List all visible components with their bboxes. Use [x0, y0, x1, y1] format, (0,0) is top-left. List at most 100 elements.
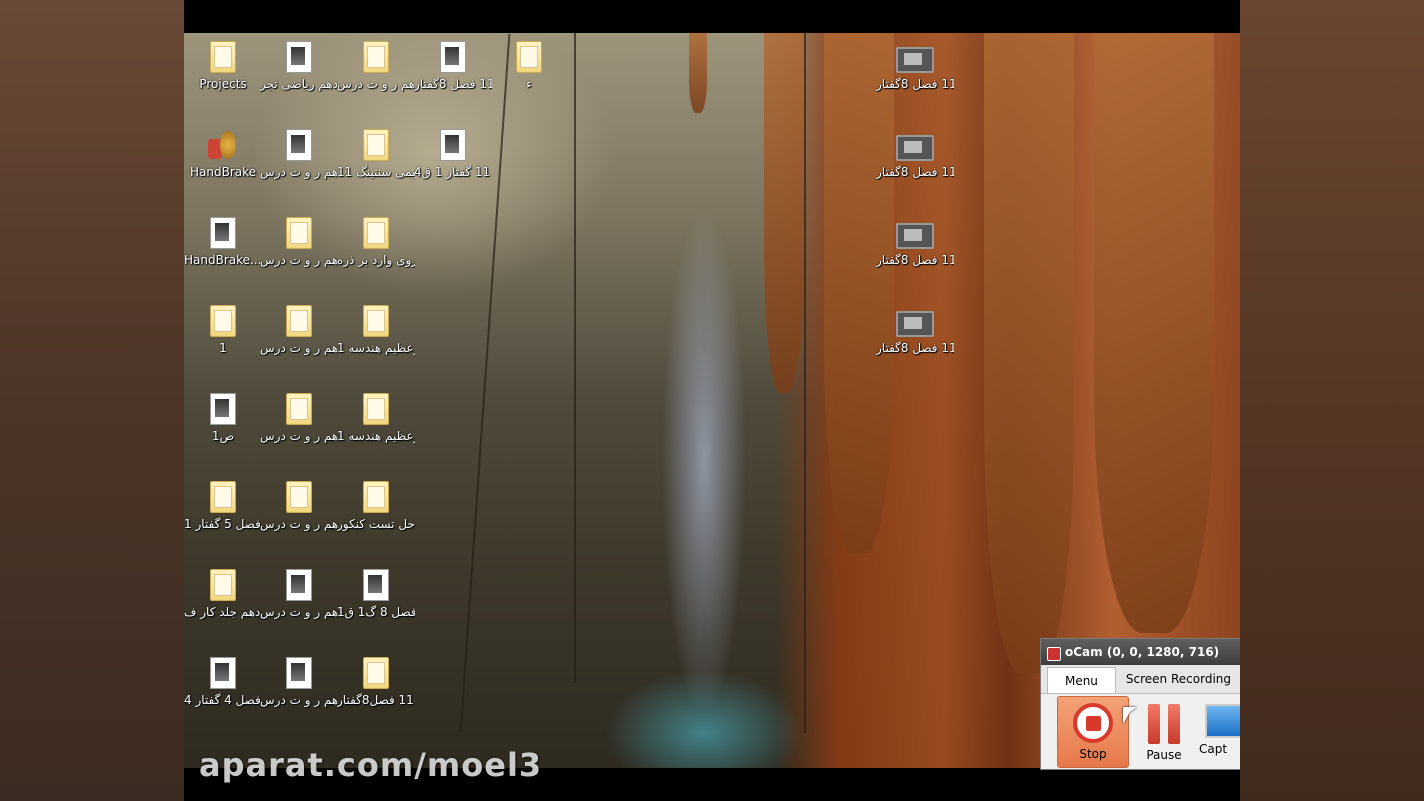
document-icon — [440, 129, 466, 161]
ocam-logo-icon — [1047, 647, 1061, 661]
video-file-icon — [896, 47, 934, 73]
video-file-icon — [896, 311, 934, 337]
recorded-screen: Projectsفارسی یازدهم ریاضی تجر...فارسی ی… — [184, 0, 1240, 801]
capture-label: Capt — [1199, 742, 1228, 756]
desktop-icon[interactable]: HandBrake — [184, 129, 262, 180]
desktop-video-icon[interactable]: زیست 11 فصل 8گفتار... — [876, 47, 954, 92]
desktop-icon[interactable]: فارسی یازدهم ر و ت درس ... — [260, 129, 338, 180]
folder-icon — [210, 41, 236, 73]
desktop-icon[interactable]: میرعظیم هندسه 1... — [337, 305, 415, 356]
ocam-tab-bar: Menu Screen Recording — [1041, 665, 1240, 694]
desktop-icon-label: Projects — [199, 77, 247, 91]
desktop-icon-label: زیست 2 فصل 8 گ1 ق1 — [337, 605, 415, 619]
desktop-icon[interactable]: زیست 11 فصل8گفتار... — [337, 657, 415, 708]
document-icon — [286, 129, 312, 161]
left-border — [0, 0, 184, 801]
desktop-icon[interactable]: فارسی یازدهم ر و ت درس ... — [260, 569, 338, 620]
desktop-icon-label: فارسی یازدهم ر و ت درس ... — [260, 341, 338, 355]
desktop-icon[interactable]: فارسی یازدهم ر و ت درس ... — [260, 657, 338, 708]
stop-button[interactable]: Stop — [1057, 696, 1137, 768]
desktop-icon[interactable]: زیست 11 فصل 8گفتار... — [414, 41, 492, 92]
desktop-icon[interactable]: فارسی یازدهم ر و ت درس ... — [260, 305, 338, 356]
desktop-video-icon[interactable]: زیست 11 فصل 8گفتار... — [876, 223, 954, 268]
document-icon — [440, 41, 466, 73]
desktop-icon[interactable]: فیزیک 2 نیروی وارد بر ذره — [337, 217, 415, 268]
document-icon — [210, 393, 236, 425]
desktop-icon-label: زیست 11 گفتار 1 ق4 — [414, 165, 492, 179]
desktop-icon[interactable]: ء — [490, 41, 568, 92]
desktop-icon-label: فارسی یازدهم ر و ت درس ... — [260, 165, 338, 179]
stop-label: Stop — [1079, 747, 1107, 761]
desktop-video-icon[interactable]: زیست 11 فصل 8گفتار... — [876, 311, 954, 356]
desktop-icon[interactable]: فارسی یازدهم ر و ت درس ... — [260, 217, 338, 268]
ocam-toolbar: Stop Pause Capt — [1041, 694, 1240, 768]
handbrake-icon — [208, 129, 238, 161]
watermark-text: aparat.com/moel3 — [199, 746, 543, 784]
stalactite — [1094, 33, 1214, 633]
folder-icon — [363, 41, 389, 73]
desktop-video-icon[interactable]: زیست 11 فصل 8گفتار... — [876, 135, 954, 180]
desktop-icon[interactable]: فارسی یازدهم ر و ت درس ... — [337, 41, 415, 92]
document-icon — [210, 217, 236, 249]
desktop-icon-label: هندسه 11 حل تست کنکور ... — [337, 517, 415, 531]
desktop-icon-label: زیست دهم فصل 5 گفتار 1 — [184, 517, 262, 531]
desktop-icon-label: زیست 11 فصل 8گفتار... — [876, 253, 954, 267]
folder-icon — [286, 305, 312, 337]
desktop-icon-label: زیست 11 فصل 8گفتار... — [876, 165, 954, 179]
desktop-icon-label: ص1 — [211, 429, 235, 443]
desktop-icon[interactable]: زیست دهم فصل 4 گفتار 4 — [184, 657, 262, 708]
capture-button[interactable]: Capt — [1197, 696, 1240, 766]
stop-icon — [1073, 703, 1113, 743]
folder-icon — [363, 217, 389, 249]
folder-icon — [363, 129, 389, 161]
pause-button[interactable]: Pause — [1129, 696, 1199, 766]
desktop-icon-label: فارسی یازدهم ریاضی تجر... — [260, 77, 338, 91]
folder-icon — [363, 393, 389, 425]
ocam-window[interactable]: oCam (0, 0, 1280, 716) Menu Screen Recor… — [1040, 638, 1240, 770]
tab-screen-recording[interactable]: Screen Recording — [1116, 665, 1240, 693]
folder-icon — [286, 217, 312, 249]
desktop-icon[interactable]: فارسی یازدهم ر و ت درس ... — [260, 393, 338, 444]
document-icon — [286, 41, 312, 73]
stalactite — [689, 33, 707, 113]
desktop-icon[interactable]: زیست 11 گفتار 1 ق4 — [414, 129, 492, 180]
tab-menu[interactable]: Menu — [1047, 667, 1116, 693]
folder-icon — [286, 481, 312, 513]
desktop-icon[interactable]: فارسی یازدهم ر و ت درس ... — [260, 481, 338, 532]
desktop-icon-label: ء — [526, 77, 532, 91]
video-file-icon — [896, 135, 934, 161]
desktop-icon[interactable]: میراثی شیمی سنتینگ 11 — [337, 129, 415, 180]
document-icon — [286, 569, 312, 601]
desktop-icon-label: زیست 11 فصل 8گفتار... — [414, 77, 492, 91]
desktop-icon[interactable]: هندسه 11 حل تست کنکور ... — [337, 481, 415, 532]
document-icon — [363, 569, 389, 601]
video-file-icon — [896, 223, 934, 249]
desktop-icon[interactable]: زیست دهم جلد کار ف... — [184, 569, 262, 620]
desktop-icon-label: میرعظیم هندسه 1... — [337, 429, 415, 443]
desktop-icon-label: HandBrake — [189, 165, 257, 179]
folder-icon — [210, 305, 236, 337]
desktop-icon[interactable]: زیست دهم فصل 5 گفتار 1 — [184, 481, 262, 532]
desktop-icon[interactable]: فارسی یازدهم ریاضی تجر... — [260, 41, 338, 92]
desktop-icon[interactable]: Projects — [184, 41, 262, 92]
folder-icon — [363, 481, 389, 513]
desktop-icon-label: فارسی یازدهم ر و ت درس ... — [337, 77, 415, 91]
vine — [574, 33, 576, 683]
desktop-icon[interactable]: زیست 2 فصل 8 گ1 ق1 — [337, 569, 415, 620]
desktop-icon[interactable]: 1 — [184, 305, 262, 356]
desktop-icon-label: فارسی یازدهم ر و ت درس ... — [260, 253, 338, 267]
stalactite — [824, 33, 894, 553]
desktop-icon[interactable]: میرعظیم هندسه 1... — [337, 393, 415, 444]
desktop-icon-label: 1 — [219, 341, 227, 355]
pause-icon — [1144, 704, 1184, 744]
ocam-titlebar[interactable]: oCam (0, 0, 1280, 716) — [1041, 639, 1240, 665]
desktop-icon-label: میرعظیم هندسه 1... — [337, 341, 415, 355]
document-icon — [286, 657, 312, 689]
desktop-icon[interactable]: HandBrake.... — [184, 217, 262, 268]
folder-icon — [363, 305, 389, 337]
desktop-icon[interactable]: ص1 — [184, 393, 262, 444]
desktop-icon-label: زیست 11 فصل8گفتار... — [337, 693, 415, 707]
desktop-icon-label: زیست 11 فصل 8گفتار... — [876, 77, 954, 91]
folder-icon — [363, 657, 389, 689]
folder-icon — [210, 569, 236, 601]
